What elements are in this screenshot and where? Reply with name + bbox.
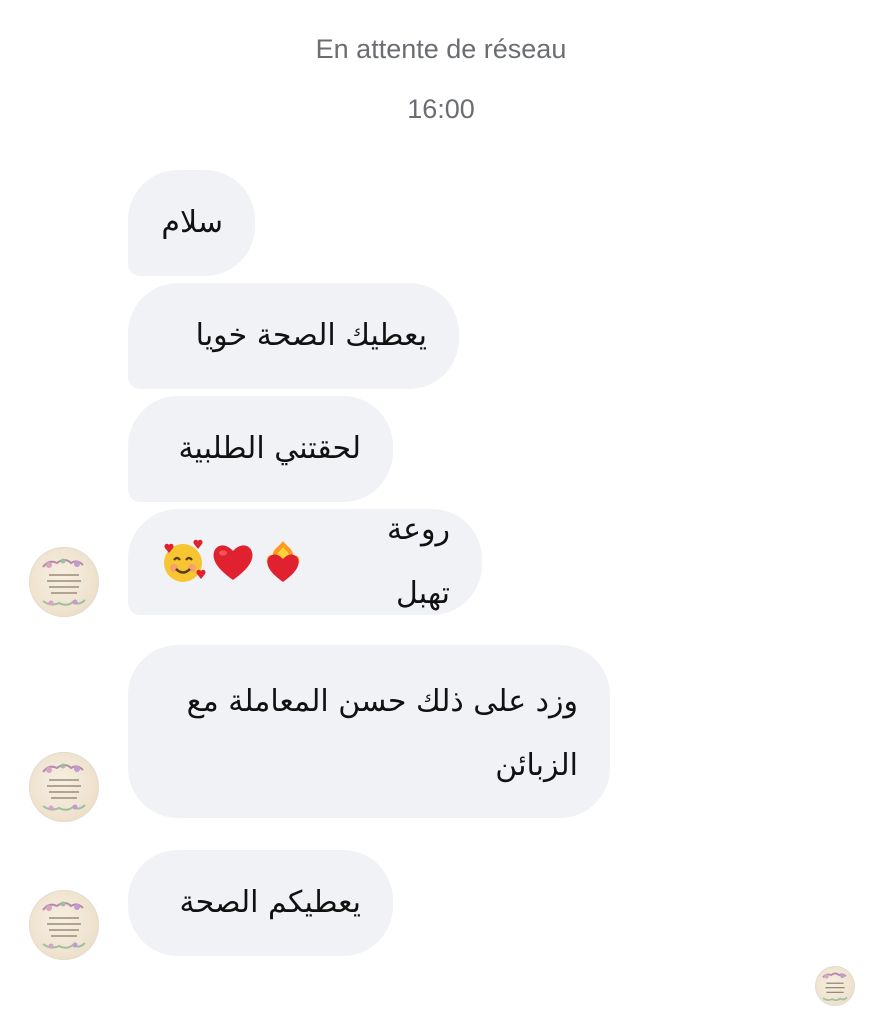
message-bubble[interactable]: لحقتني الطلبية xyxy=(128,396,393,502)
message-text: وزد على ذلك حسن المعاملة مع الزبائن xyxy=(186,683,578,783)
emoji-group xyxy=(160,539,306,585)
heart-on-fire-icon xyxy=(260,539,306,585)
message-text: روعة تهبل xyxy=(377,512,450,611)
seen-avatar xyxy=(815,966,855,1006)
message-text: سلام xyxy=(161,205,223,240)
avatar[interactable] xyxy=(29,890,99,960)
message-bubble[interactable]: روعة تهبل xyxy=(128,509,482,615)
avatar[interactable] xyxy=(29,752,99,822)
message-bubble[interactable]: سلام xyxy=(128,170,255,276)
message-text: يعطيكم الصحة xyxy=(179,885,362,920)
message-bubble[interactable]: يعطيك الصحة خويا xyxy=(128,283,459,389)
floral-frame-icon xyxy=(42,901,86,949)
message-bubble[interactable]: وزد على ذلك حسن المعاملة مع الزبائن xyxy=(128,645,610,818)
smiling-face-with-hearts-icon xyxy=(160,539,206,585)
network-status: En attente de réseau xyxy=(315,34,567,64)
floral-frame-icon xyxy=(42,763,86,811)
floral-frame-icon xyxy=(42,558,86,606)
message-bubble[interactable]: يعطيكم الصحة xyxy=(128,850,393,956)
message-text: يعطيك الصحة خويا xyxy=(195,318,427,353)
floral-frame-icon xyxy=(822,972,848,1001)
red-heart-icon xyxy=(210,539,256,585)
message-text: لحقتني الطلبية xyxy=(178,431,361,466)
message-timestamp: 16:00 xyxy=(407,94,475,124)
avatar[interactable] xyxy=(29,547,99,617)
